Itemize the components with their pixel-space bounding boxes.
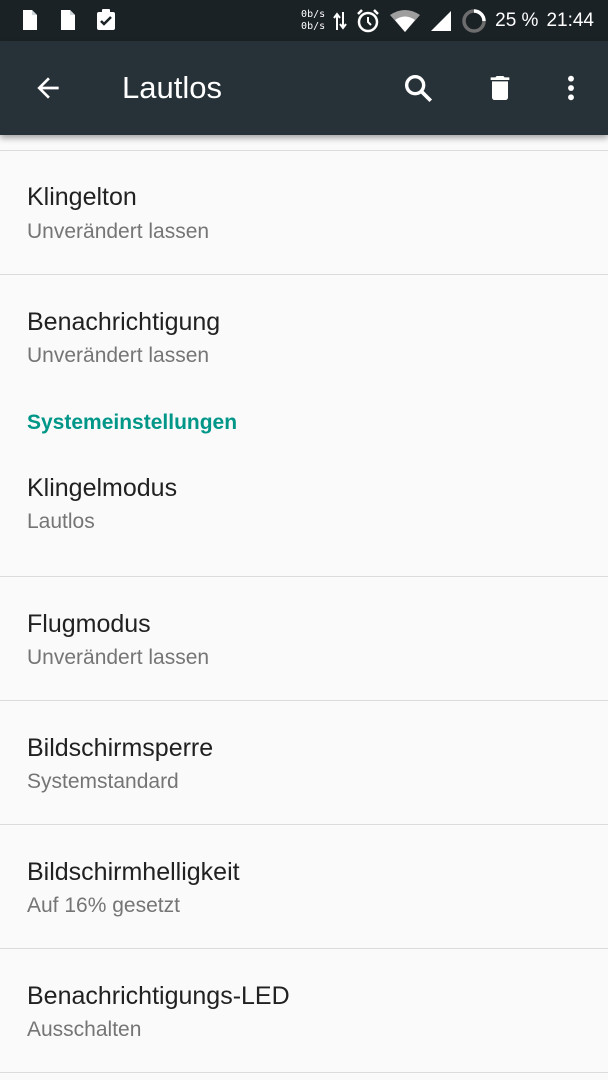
delete-button[interactable] <box>480 68 520 108</box>
setting-summary: Auf 16% gesetzt <box>27 894 180 917</box>
section-header-systemeinstellungen: Systemeinstellungen <box>0 399 608 453</box>
notification-icons <box>18 8 118 32</box>
page-title: Lautlos <box>122 70 222 105</box>
file-icon <box>23 10 37 30</box>
setting-flugmodus[interactable]: Flugmodus Unverändert lassen <box>0 577 608 701</box>
setting-title: Benachrichtigung <box>27 308 221 336</box>
network-speed-up: 0b/s <box>301 8 326 20</box>
setting-benachrichtigung[interactable]: Benachrichtigung Unverändert lassen <box>0 275 608 399</box>
more-options-button[interactable] <box>551 68 591 108</box>
status-bar: 0b/s 0b/s 25 % 21:44 <box>0 0 608 41</box>
clock: 21:44 <box>546 9 594 31</box>
setting-title: Benachrichtigungs-LED <box>27 982 290 1010</box>
file-icon <box>61 10 75 30</box>
battery-saver-icon <box>462 8 486 33</box>
system-icons: 0b/s 0b/s 25 % 21:44 <box>301 0 594 41</box>
setting-summary: Unverändert lassen <box>27 646 210 669</box>
divider <box>0 135 608 151</box>
setting-title: Bildschirmhelligkeit <box>27 858 240 886</box>
search-icon <box>404 74 433 103</box>
setting-bildschirmsperre[interactable]: Bildschirmsperre Systemstandard <box>0 701 608 825</box>
wifi-icon <box>390 9 421 32</box>
setting-title: Klingelmodus <box>27 474 178 502</box>
setting-bildschirmhelligkeit[interactable]: Bildschirmhelligkeit Auf 16% gesetzt <box>0 825 608 949</box>
battery-percent: 25 % <box>495 9 539 31</box>
back-button[interactable] <box>28 68 68 108</box>
search-button[interactable] <box>398 68 438 108</box>
setting-klingelton[interactable]: Klingelton Unverändert lassen <box>0 151 608 275</box>
signal-icon <box>431 10 452 31</box>
app-bar: Lautlos <box>0 41 608 135</box>
setting-summary: Unverändert lassen <box>27 344 210 367</box>
delete-icon <box>490 76 510 100</box>
setting-summary: Unverändert lassen <box>27 220 210 243</box>
back-arrow-icon <box>37 77 59 99</box>
setting-title: Flugmodus <box>27 610 151 638</box>
network-speed-down: 0b/s <box>301 20 326 32</box>
network-speed: 0b/s 0b/s <box>301 9 325 33</box>
setting-benachrichtigungs-led[interactable]: Benachrichtigungs-LED Ausschalten <box>0 949 608 1073</box>
alarm-icon <box>357 8 380 32</box>
setting-klingelmodus[interactable]: Klingelmodus Lautlos <box>0 453 608 577</box>
setting-summary: Systemstandard <box>27 770 179 793</box>
setting-title: Bildschirmsperre <box>27 734 214 762</box>
data-transfer-icon <box>333 11 347 30</box>
more-vert-icon <box>568 75 574 101</box>
setting-title: Klingelton <box>27 183 137 211</box>
setting-summary: Lautlos <box>27 510 95 533</box>
settings-list: Klingelton Unverändert lassen Benachrich… <box>0 135 608 1073</box>
setting-summary: Ausschalten <box>27 1018 142 1041</box>
clipboard-check-icon <box>97 9 115 30</box>
section-header-label: Systemeinstellungen <box>27 411 238 434</box>
